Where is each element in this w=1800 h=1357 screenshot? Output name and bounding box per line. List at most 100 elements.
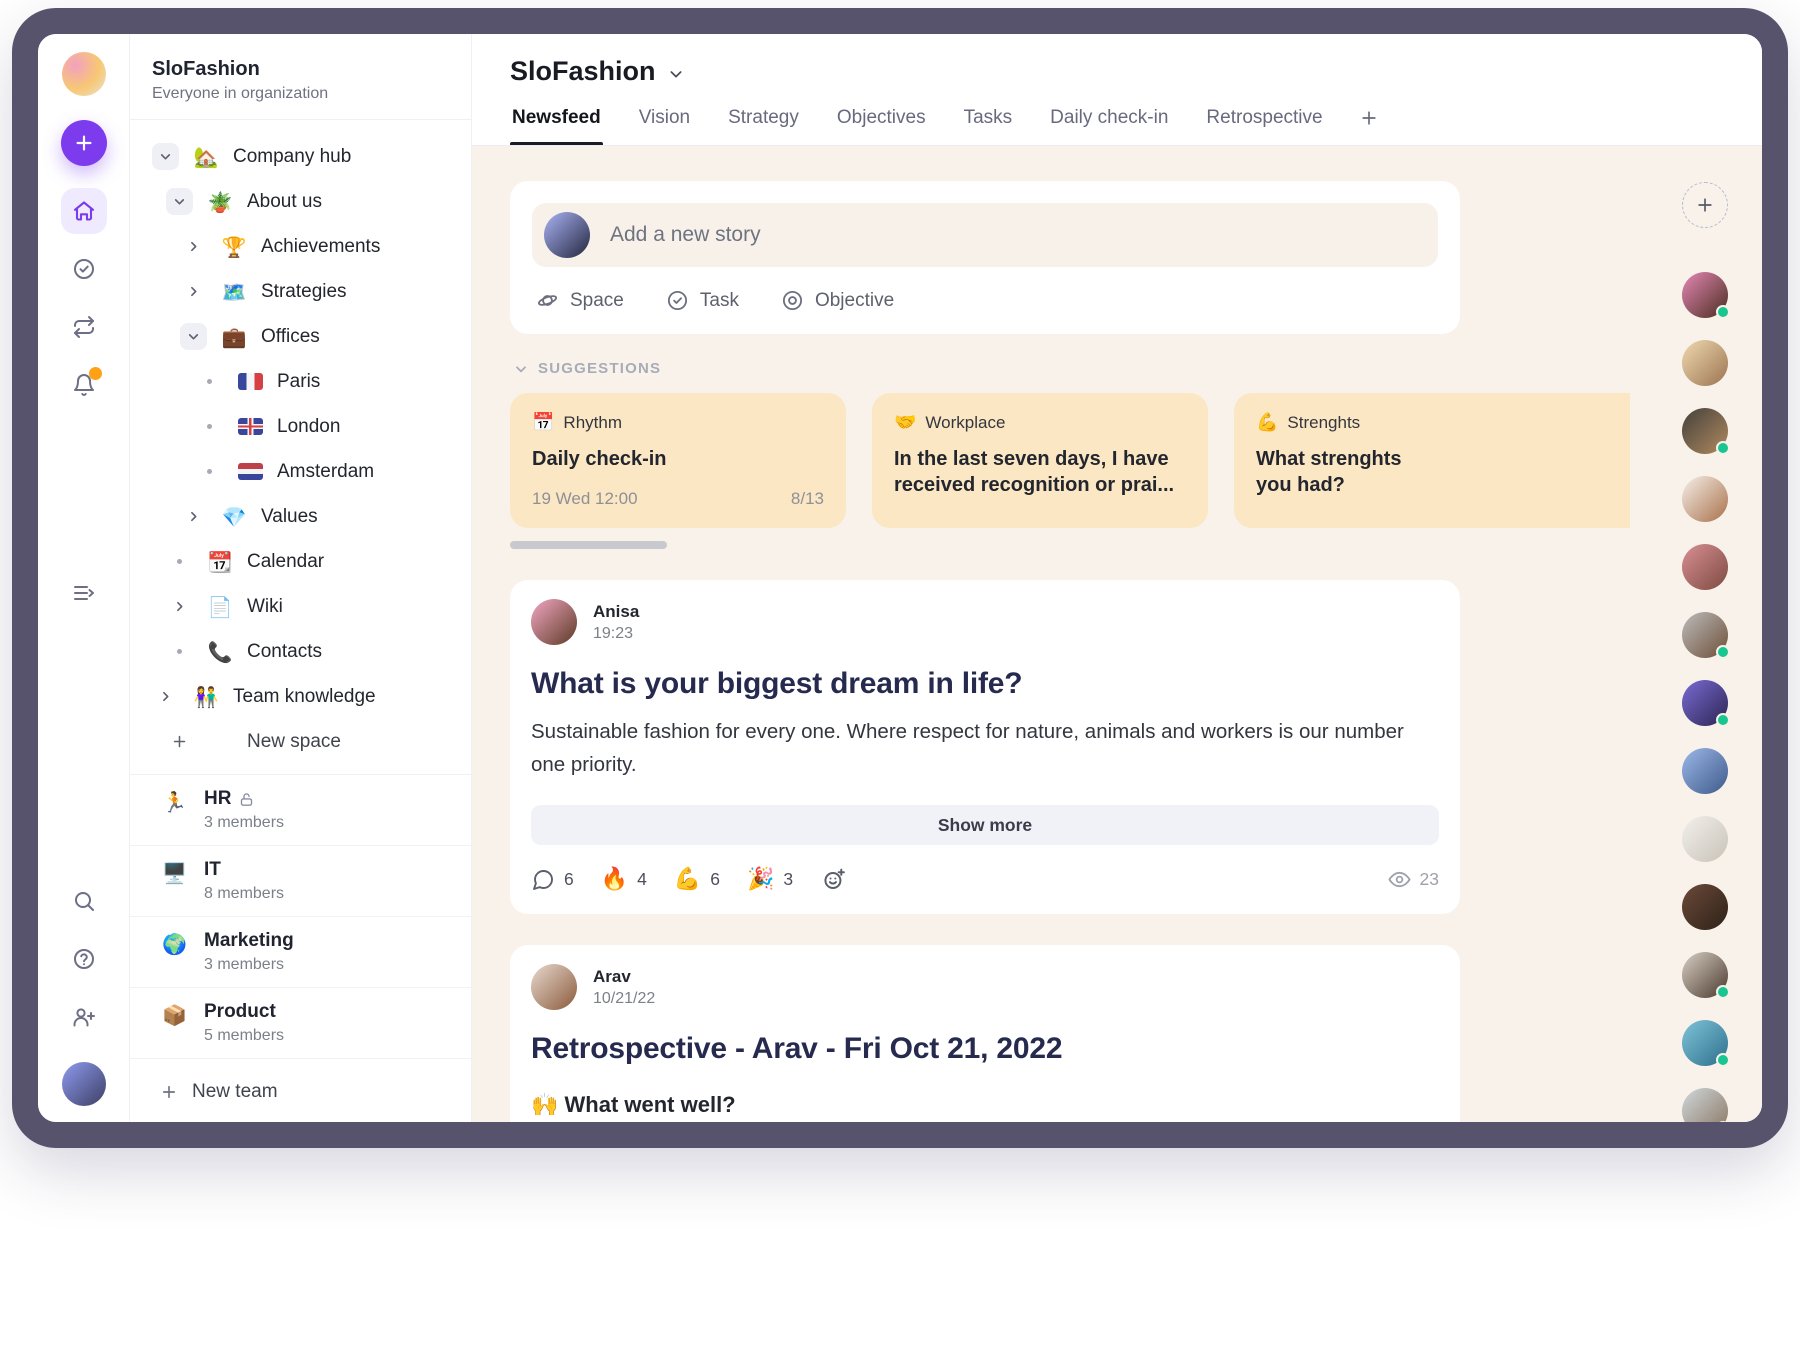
current-user-avatar[interactable] bbox=[62, 1062, 106, 1106]
collapse-sidebar-button[interactable] bbox=[61, 570, 107, 616]
member-avatar[interactable] bbox=[1682, 952, 1728, 998]
member-avatar[interactable] bbox=[1682, 544, 1728, 590]
tab[interactable]: Newsfeed bbox=[510, 107, 603, 145]
tab[interactable]: Objectives bbox=[835, 107, 928, 145]
tree-toggle[interactable] bbox=[180, 278, 207, 305]
add-member-button[interactable] bbox=[1682, 182, 1728, 228]
suggestions-toggle[interactable]: SUGGESTIONS bbox=[514, 360, 1460, 377]
tree-item[interactable]: 👫 Team knowledge bbox=[142, 674, 461, 719]
tree-toggle[interactable] bbox=[196, 413, 223, 440]
online-status-dot bbox=[1716, 1121, 1730, 1122]
tab[interactable]: Tasks bbox=[962, 107, 1015, 145]
member-avatar[interactable] bbox=[1682, 340, 1728, 386]
new-team-button[interactable]: New team bbox=[130, 1059, 278, 1103]
target-icon bbox=[781, 289, 804, 312]
tree-toggle[interactable] bbox=[166, 728, 193, 755]
reaction-emoji-icon: 🎉 bbox=[747, 867, 774, 892]
chevron-down-icon bbox=[173, 195, 186, 208]
notifications-button[interactable] bbox=[61, 362, 107, 408]
updates-button[interactable] bbox=[61, 304, 107, 350]
reaction-button[interactable]: 🔥 4 bbox=[601, 867, 647, 892]
tree-toggle[interactable] bbox=[166, 548, 193, 575]
member-avatar[interactable] bbox=[1682, 612, 1728, 658]
reaction-button[interactable]: 🎉 3 bbox=[747, 867, 793, 892]
post-author[interactable]: Anisa bbox=[593, 602, 639, 622]
chevron-right-icon bbox=[173, 600, 186, 613]
tree-toggle[interactable] bbox=[180, 233, 207, 260]
comments-button[interactable]: 6 bbox=[531, 868, 574, 892]
add-tab-button[interactable] bbox=[1359, 108, 1379, 145]
space-switcher[interactable]: SloFashion bbox=[510, 56, 684, 87]
team-item[interactable]: 🖥️ IT 8 members bbox=[130, 846, 471, 917]
post-author[interactable]: Arav bbox=[593, 967, 655, 987]
tree-toggle[interactable] bbox=[180, 323, 207, 350]
space-emoji-icon: 📞 bbox=[205, 640, 235, 664]
attach-task-button[interactable]: Task bbox=[666, 289, 739, 312]
new-story-input[interactable]: Add a new story bbox=[532, 203, 1438, 267]
tree-toggle[interactable] bbox=[196, 458, 223, 485]
tree-item[interactable]: 🗺️ Strategies bbox=[142, 269, 461, 314]
workspace-avatar[interactable] bbox=[62, 52, 106, 96]
team-item[interactable]: 📦 Product 5 members bbox=[130, 988, 471, 1059]
tree-toggle[interactable] bbox=[152, 143, 179, 170]
home-button[interactable] bbox=[61, 188, 107, 234]
create-button[interactable] bbox=[61, 120, 107, 166]
member-avatar[interactable] bbox=[1682, 476, 1728, 522]
suggestions-scrollbar[interactable] bbox=[510, 541, 667, 549]
tree-item[interactable]: Amsterdam bbox=[142, 449, 461, 494]
suggestion-card[interactable]: 💪 Strenghts What strenghts you had? bbox=[1234, 393, 1630, 528]
tree-item[interactable]: 📆 Calendar bbox=[142, 539, 461, 584]
tree-item[interactable]: 🏆 Achievements bbox=[142, 224, 461, 269]
tab[interactable]: Strategy bbox=[726, 107, 801, 145]
online-status-dot bbox=[1716, 985, 1730, 999]
avatar[interactable] bbox=[531, 964, 577, 1010]
invite-user-button[interactable] bbox=[61, 994, 107, 1040]
member-avatar[interactable] bbox=[1682, 408, 1728, 454]
help-button[interactable] bbox=[61, 936, 107, 982]
suggestion-card[interactable]: 🤝 Workplace In the last seven days, I ha… bbox=[872, 393, 1208, 528]
member-avatar[interactable] bbox=[1682, 1020, 1728, 1066]
tree-toggle[interactable] bbox=[166, 638, 193, 665]
tree-toggle[interactable] bbox=[196, 368, 223, 395]
tree-item[interactable]: 🏡 Company hub bbox=[142, 134, 461, 179]
member-avatar[interactable] bbox=[1682, 680, 1728, 726]
newsfeed-post: Anisa 19:23 What is your biggest dream i… bbox=[510, 580, 1460, 914]
tab[interactable]: Vision bbox=[637, 107, 692, 145]
app-window: SloFashion Everyone in organization 🏡 bbox=[38, 34, 1762, 1122]
tree-item[interactable]: 💎 Values bbox=[142, 494, 461, 539]
tab[interactable]: Daily check-in bbox=[1048, 107, 1170, 145]
attach-space-button[interactable]: Space bbox=[536, 289, 624, 312]
tree-item[interactable]: 📄 Wiki bbox=[142, 584, 461, 629]
tree-item[interactable]: London bbox=[142, 404, 461, 449]
member-avatar[interactable] bbox=[1682, 1088, 1728, 1122]
tree-toggle[interactable] bbox=[180, 503, 207, 530]
suggestion-category: Rhythm bbox=[563, 413, 622, 433]
member-avatar[interactable] bbox=[1682, 272, 1728, 318]
tree-item[interactable]: 💼 Offices bbox=[142, 314, 461, 359]
suggestion-card[interactable]: 📅 Rhythm Daily check-in 19 Wed 12:00 8/1… bbox=[510, 393, 846, 528]
tree-toggle[interactable] bbox=[152, 683, 179, 710]
add-reaction-button[interactable] bbox=[822, 867, 847, 892]
tree-item[interactable]: 📞 Contacts bbox=[142, 629, 461, 674]
tab[interactable]: Retrospective bbox=[1204, 107, 1324, 145]
tree-item[interactable]: 🪴 About us bbox=[142, 179, 461, 224]
member-avatar[interactable] bbox=[1682, 816, 1728, 862]
team-item[interactable]: 🌍 Marketing 3 members bbox=[130, 917, 471, 988]
comment-icon bbox=[531, 868, 555, 892]
attach-objective-button[interactable]: Objective bbox=[781, 289, 894, 312]
tree-toggle[interactable] bbox=[166, 593, 193, 620]
space-label: Amsterdam bbox=[277, 461, 374, 483]
team-emoji-icon: 🌍 bbox=[162, 932, 190, 956]
tasks-button[interactable] bbox=[61, 246, 107, 292]
reaction-button[interactable]: 💪 6 bbox=[674, 867, 720, 892]
team-item[interactable]: 🏃 HR 3 members bbox=[130, 775, 471, 846]
member-avatar[interactable] bbox=[1682, 884, 1728, 930]
tree-toggle[interactable] bbox=[166, 188, 193, 215]
tree-item[interactable]: New space bbox=[142, 719, 461, 764]
member-avatar[interactable] bbox=[1682, 748, 1728, 794]
show-more-button[interactable]: Show more bbox=[531, 805, 1439, 845]
tree-item[interactable]: Paris bbox=[142, 359, 461, 404]
search-button[interactable] bbox=[61, 878, 107, 924]
avatar[interactable] bbox=[531, 599, 577, 645]
space-emoji-icon: 📄 bbox=[205, 595, 235, 619]
